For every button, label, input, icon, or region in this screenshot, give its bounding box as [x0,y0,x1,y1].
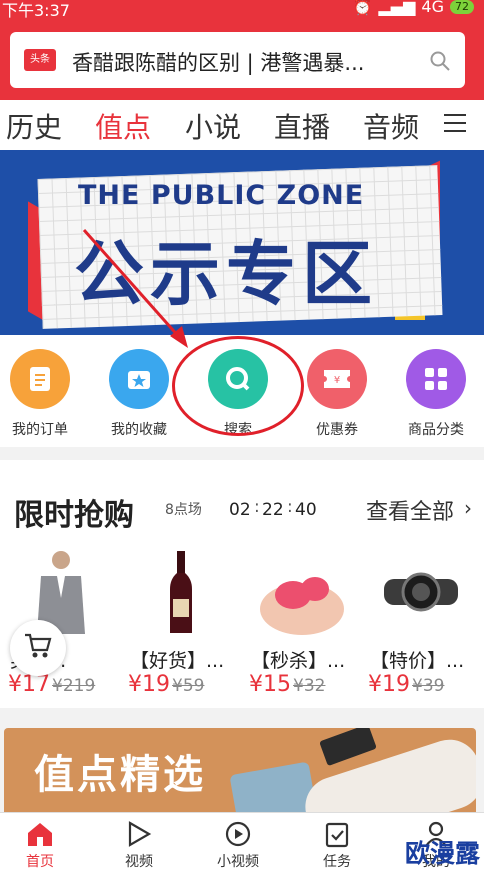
flash-sale-title: 限时抢购 [14,498,134,533]
picks-banner[interactable]: 值点精选 [4,728,476,813]
countdown-hours: 02 [229,500,251,520]
home-icon [0,819,80,849]
nav-tasks[interactable]: 任务 [297,819,377,871]
chevron-right-icon[interactable]: › [464,496,472,520]
product-card[interactable]: 【秒杀】... ¥15 ¥32 [247,546,357,701]
picks-title: 值点精选 [34,752,206,798]
cart-button[interactable] [10,620,66,676]
watermark-text: 欧漫露 [404,839,480,868]
nav-home[interactable]: 首页 [0,819,80,871]
small-video-icon [198,819,278,849]
task-icon [297,819,377,849]
nav-video[interactable]: 视频 [99,819,179,871]
watch-icon [366,546,476,638]
flash-session: 8点场 [165,502,202,518]
massager-icon [247,546,357,638]
wine-bottle-icon [126,546,236,638]
view-all-link[interactable]: 查看全部 [366,494,454,526]
cart-icon [23,632,53,664]
nav-small-video[interactable]: 小视频 [198,819,278,871]
product-card[interactable]: 【好货】... ¥19 ¥59 [126,546,236,701]
product-card[interactable]: 【特价】... ¥19 ¥39 [366,546,476,701]
countdown-seconds: 40 [295,500,317,520]
video-play-icon [99,819,179,849]
countdown-minutes: 22 [262,500,284,520]
flash-sale-section: 限时抢购 8点场 02 : 22 : 40 查看全部 › 男士... ¥17¥2… [0,460,484,708]
